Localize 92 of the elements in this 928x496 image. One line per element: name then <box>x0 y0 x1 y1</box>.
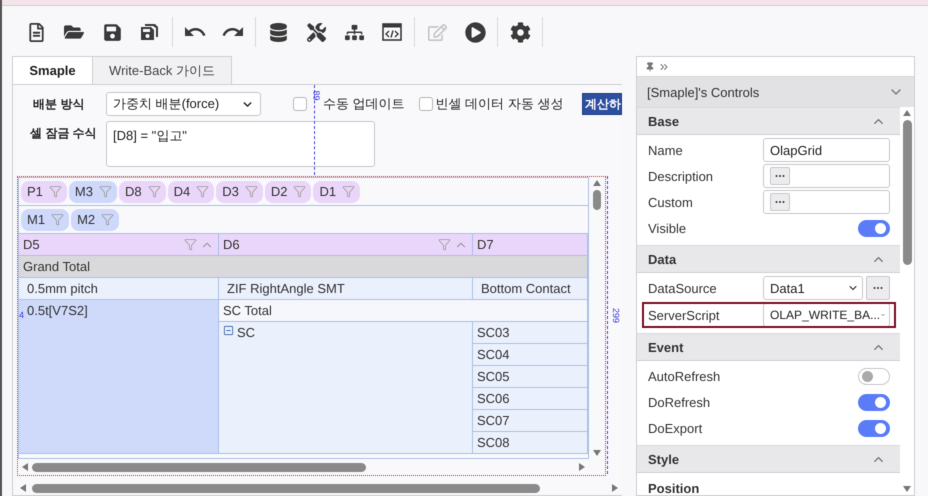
field-chip[interactable]: D2 <box>264 180 312 202</box>
calculate-button[interactable]: 계산하 <box>582 93 622 115</box>
filter-icon <box>98 185 112 198</box>
property-label: AutoRefresh <box>648 368 720 384</box>
toggle-switch[interactable] <box>858 368 890 384</box>
property-label: Position <box>648 480 700 495</box>
table-cell: SC04 <box>473 344 588 366</box>
stacked-floppy-disk-icon <box>140 22 160 42</box>
property-label: Name <box>648 142 683 158</box>
play-icon <box>464 22 486 42</box>
select-field[interactable]: Data1 <box>763 276 864 300</box>
table-cell: 0.5mm pitch <box>19 278 219 300</box>
hierarchy-icon <box>344 22 364 42</box>
filter-icon <box>342 185 356 198</box>
property-label: Visible <box>648 220 686 236</box>
section-title: Data <box>648 252 676 266</box>
section-header[interactable]: Data <box>637 245 900 273</box>
filter-icon <box>438 238 451 251</box>
toggle-switch[interactable] <box>858 220 890 236</box>
more-button[interactable] <box>770 193 790 211</box>
section-title: Base <box>648 114 680 128</box>
column-header[interactable]: D5 <box>19 234 219 256</box>
database-icon <box>268 22 288 42</box>
section-title: Style <box>648 452 680 466</box>
table-cell: SC Total <box>219 300 588 322</box>
name-field[interactable]: OlapGrid <box>763 138 890 162</box>
filter-icon <box>293 185 306 198</box>
table-cell: SC08 <box>473 432 588 454</box>
collapse-icon[interactable] <box>223 325 234 336</box>
edit-icon <box>428 22 446 42</box>
filter-icon <box>51 213 64 226</box>
property-label: Description <box>648 168 714 184</box>
toggle-switch[interactable] <box>858 394 890 410</box>
property-label: ServerScript <box>648 308 720 322</box>
checkbox[interactable] <box>418 97 433 111</box>
settings-icon <box>510 22 530 42</box>
table-cell: SC06 <box>473 388 588 410</box>
section-header[interactable]: Base <box>637 107 900 135</box>
field-chip[interactable]: P1 <box>21 180 67 202</box>
field-chip[interactable]: D4 <box>168 180 214 202</box>
filter-icon <box>184 238 197 251</box>
formula-field[interactable]: [D8] = "입고" <box>106 121 375 167</box>
field-chip[interactable]: M3 <box>68 180 117 202</box>
property-label: DataSource <box>648 280 717 296</box>
field-chip[interactable]: D1 <box>313 180 360 202</box>
table-cell: SC03 <box>473 322 588 344</box>
code-window-icon <box>382 23 402 41</box>
field-chip[interactable]: D8 <box>118 180 166 202</box>
filter-icon <box>48 185 62 198</box>
panel-header[interactable]: [Smaple]'s Controls <box>637 77 914 107</box>
filter-icon <box>196 185 210 198</box>
table-cell: SC05 <box>473 366 588 388</box>
table-cell: Bottom Contact <box>473 278 588 300</box>
field-label: 배분 방식 <box>33 96 86 112</box>
tree-node[interactable]: SC <box>219 322 473 454</box>
document-icon <box>26 22 46 42</box>
column-header[interactable]: D7 <box>473 234 588 256</box>
more-button[interactable] <box>770 167 790 185</box>
property-label: DoExport <box>648 420 702 436</box>
property-label: DoRefresh <box>648 394 710 410</box>
field-chip[interactable]: M2 <box>71 208 120 230</box>
column-header[interactable]: D6 <box>219 234 473 256</box>
horizontal-scrollbar[interactable] <box>18 481 618 495</box>
field-chip[interactable]: D3 <box>216 180 263 202</box>
toggle-switch[interactable] <box>858 420 890 436</box>
section-header[interactable]: Style <box>637 445 900 473</box>
checkbox-label: 빈셀 데이터 자동 생성 <box>436 95 564 113</box>
checkbox-label: 수동 업데이트 <box>323 95 405 113</box>
table-cell: ZIF RightAngle SMT <box>219 278 473 300</box>
filter-icon <box>148 185 161 198</box>
tab[interactable]: Smaple <box>12 56 93 84</box>
panel-title: [Smaple]'s Controls <box>647 84 760 100</box>
field-label: 셀 잠금 수식 <box>30 125 98 142</box>
method-select[interactable]: 가중치 배분(force) <box>106 92 261 116</box>
guide-label: 89 <box>312 90 320 100</box>
hammer-wrench-icon <box>306 22 326 42</box>
select-field[interactable]: OLAP_WRITE_BA... <box>763 303 890 327</box>
text-field[interactable] <box>763 164 890 188</box>
tab[interactable]: Write-Back 가이드 <box>92 56 232 84</box>
property-label: Custom <box>648 194 693 210</box>
table-cell: Grand Total <box>19 256 588 278</box>
guide-label: 299 <box>611 308 620 324</box>
table-cell: SC07 <box>473 410 588 432</box>
pin-icon[interactable] <box>645 62 655 72</box>
checkbox[interactable] <box>293 97 307 111</box>
guide-label: 4 <box>19 311 24 320</box>
section-title: Event <box>648 340 684 354</box>
section-header[interactable]: Event <box>637 333 900 361</box>
filter-icon <box>101 213 114 226</box>
filter-icon <box>244 185 258 198</box>
field-chip[interactable]: M1 <box>21 208 70 230</box>
text-field[interactable] <box>763 190 890 214</box>
